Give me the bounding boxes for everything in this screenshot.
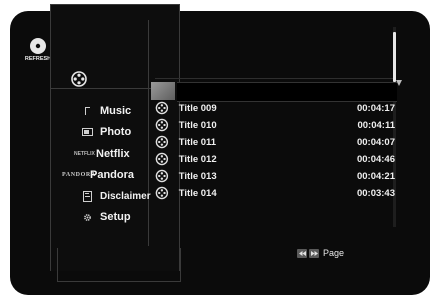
menu-item-netflix[interactable]: NETFLIX Netflix xyxy=(74,144,130,164)
info-box xyxy=(57,248,181,282)
menu-item-label: Music xyxy=(100,105,132,117)
selected-row-highlight xyxy=(177,82,397,102)
previous-page-key-icon[interactable] xyxy=(297,248,307,258)
photo-icon xyxy=(78,125,96,139)
list-item[interactable]: Title 012 00:04:46 xyxy=(155,151,395,167)
header-area xyxy=(155,18,393,79)
divider xyxy=(50,88,156,89)
device-logo: REFRESH xyxy=(25,38,51,62)
list-item[interactable]: Title 009 00:04:17 xyxy=(155,100,395,116)
page-navigation-hint: Page xyxy=(297,248,344,258)
list-item[interactable]: Title 010 00:04:11 xyxy=(155,117,395,133)
video-file-icon xyxy=(155,152,169,166)
menu-item-music[interactable]: Music xyxy=(78,101,131,121)
document-icon xyxy=(78,189,96,203)
next-page-key-icon[interactable] xyxy=(309,248,319,258)
list-item[interactable]: Title 014 00:03:43 xyxy=(155,185,395,201)
file-duration: 00:03:43 xyxy=(356,187,395,199)
menu-item-label: Netflix xyxy=(96,148,130,160)
list-item[interactable]: Title 011 00:04:07 xyxy=(155,134,395,150)
video-file-icon xyxy=(155,101,169,115)
netflix-logo: NETFLIX xyxy=(74,151,95,157)
video-file-icon xyxy=(155,118,169,132)
file-title: Title 013 xyxy=(178,170,217,182)
file-title: Title 010 xyxy=(178,119,217,131)
list-item[interactable]: Title 013 00:04:21 xyxy=(155,168,395,184)
file-duration: 00:04:11 xyxy=(357,119,395,131)
page-label: Page xyxy=(323,248,345,258)
pandora-logo: PANDORA xyxy=(62,172,96,178)
gear-icon xyxy=(78,210,96,224)
menu-item-setup[interactable]: Setup xyxy=(78,207,131,227)
file-duration: 00:04:46 xyxy=(356,153,395,165)
file-duration: 00:04:17 xyxy=(356,102,395,114)
video-file-icon xyxy=(155,135,169,149)
scrollbar-thumb[interactable] xyxy=(393,32,396,82)
menu-item-pandora[interactable]: PANDORA Pandora xyxy=(62,165,134,185)
file-title: Title 009 xyxy=(178,102,217,114)
divider xyxy=(148,20,149,246)
thumbnail-preview xyxy=(151,82,175,100)
music-note-icon xyxy=(78,104,96,118)
menu-item-label: Disclaimer xyxy=(100,190,151,202)
film-reel-icon xyxy=(71,71,87,87)
file-title: Title 014 xyxy=(178,187,217,199)
menu-item-label: Setup xyxy=(100,211,131,223)
menu-item-label: Photo xyxy=(100,126,132,138)
menu-item-photo[interactable]: Photo xyxy=(78,122,131,142)
file-title: Title 012 xyxy=(178,153,217,165)
file-duration: 00:04:21 xyxy=(356,170,395,182)
video-file-icon xyxy=(155,186,169,200)
file-title: Title 011 xyxy=(178,136,217,148)
menu-item-disclaimer[interactable]: Disclaimer xyxy=(78,186,151,206)
device-logo-text: REFRESH xyxy=(25,56,51,62)
menu-item-label: Pandora xyxy=(90,169,135,181)
file-duration: 00:04:07 xyxy=(356,136,395,148)
video-file-icon xyxy=(155,169,169,183)
